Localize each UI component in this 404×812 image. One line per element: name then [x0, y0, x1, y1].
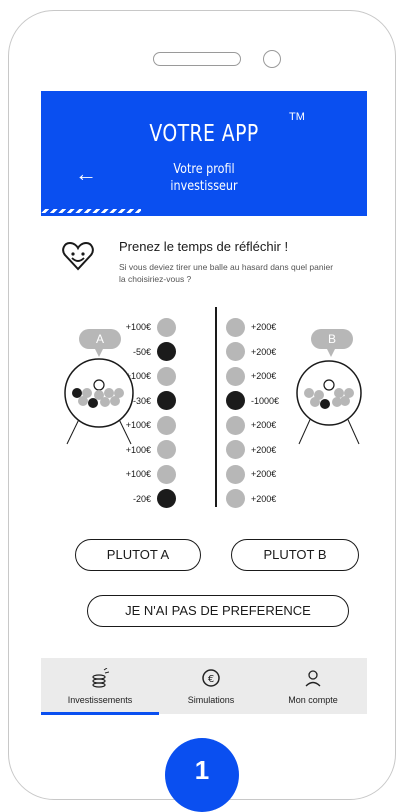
coins-icon [46, 667, 154, 693]
phone-frame: VOTRE APP TM ← Votre profil investisseur… [8, 10, 396, 800]
tab-label: Simulations [187, 695, 235, 705]
ball-amount: +200€ [251, 371, 277, 382]
no-preference-button[interactable]: JE N'AI PAS DE PREFERENCE [87, 595, 349, 627]
ball-amount: +200€ [251, 469, 277, 480]
ball-row: +200€ [226, 487, 295, 512]
grey-ball [157, 366, 176, 386]
ball-amount: +100€ [125, 469, 151, 480]
ball-row: +200€ [226, 438, 295, 463]
page-number-badge: 1 [165, 738, 239, 812]
black-ball [157, 342, 176, 362]
subtitle-line-1: Votre profil [173, 162, 235, 177]
ball-row: +200€ [226, 413, 295, 438]
tab-simulations[interactable]: € Simulations [157, 658, 265, 714]
header-bottom-line [41, 213, 367, 216]
grey-ball [226, 464, 245, 484]
ball-row: +100€ [107, 462, 176, 487]
ball-row: +200€ [226, 315, 295, 340]
phone-camera [263, 50, 281, 68]
app-header: VOTRE APP TM ← Votre profil investisseur [41, 91, 367, 215]
phone-speaker [153, 52, 241, 66]
app-screen: VOTRE APP TM ← Votre profil investisseur… [41, 91, 367, 716]
heart-smile-icon [62, 241, 94, 271]
urn-a-label: A [79, 329, 121, 349]
lottery-urn-icon [296, 349, 362, 445]
active-tab-indicator [41, 712, 159, 715]
app-title: VOTRE APP [149, 121, 259, 147]
grey-ball [226, 317, 245, 337]
grey-ball [226, 415, 245, 435]
trademark: TM [289, 111, 305, 123]
ball-amount: -1000€ [251, 395, 280, 406]
tab-label: Investissements [67, 695, 133, 705]
grey-ball [226, 440, 245, 460]
grey-ball [157, 415, 176, 435]
ball-amount: +200€ [251, 493, 277, 504]
basket-divider [215, 307, 217, 507]
ball-row: +200€ [226, 364, 295, 389]
ball-row: -20€ [107, 487, 176, 512]
grey-ball [226, 366, 245, 386]
user-icon [259, 668, 367, 693]
ball-row: +200€ [226, 340, 295, 365]
ball-amount: +200€ [251, 346, 277, 357]
ball-row: -1000€ [226, 389, 295, 414]
prefer-a-button[interactable]: PLUTOT A [75, 539, 201, 571]
grey-ball [226, 342, 245, 362]
black-ball [226, 391, 245, 411]
page-subtitle: Votre profil investisseur [64, 161, 344, 195]
prefer-b-button[interactable]: PLUTOT B [231, 539, 359, 571]
subtitle-line-2: investisseur [170, 179, 238, 194]
ball-row: +200€ [226, 462, 295, 487]
tab-mon-compte[interactable]: Mon compte [259, 658, 367, 714]
grey-ball [226, 489, 245, 509]
svg-text:€: € [208, 674, 214, 685]
black-ball [157, 489, 176, 509]
euro-coin-icon: € [157, 668, 265, 693]
intro-title: Prenez le temps de réfléchir ! [119, 239, 289, 254]
black-ball [157, 391, 176, 411]
bottom-tab-bar: Investissements € Simulations Mon compte [41, 658, 367, 715]
ball-amount: +200€ [251, 420, 277, 431]
intro-text: Si vous deviez tirer une balle au hasard… [119, 262, 334, 284]
ball-amount: +200€ [251, 444, 277, 455]
grey-ball [157, 464, 176, 484]
tab-investissements[interactable]: Investissements [46, 658, 154, 714]
ball-amount: +200€ [251, 322, 277, 333]
grey-ball [157, 440, 176, 460]
lottery-urn-icon [64, 349, 134, 445]
ball-amount: -20€ [132, 493, 151, 504]
basket-b-list: +200€ +200€ +200€ -1000€ +200€ +200€ +200€ +200… [226, 315, 295, 511]
urn-b-label: B [311, 329, 353, 349]
grey-ball [157, 317, 176, 337]
tab-label: Mon compte [288, 695, 338, 705]
